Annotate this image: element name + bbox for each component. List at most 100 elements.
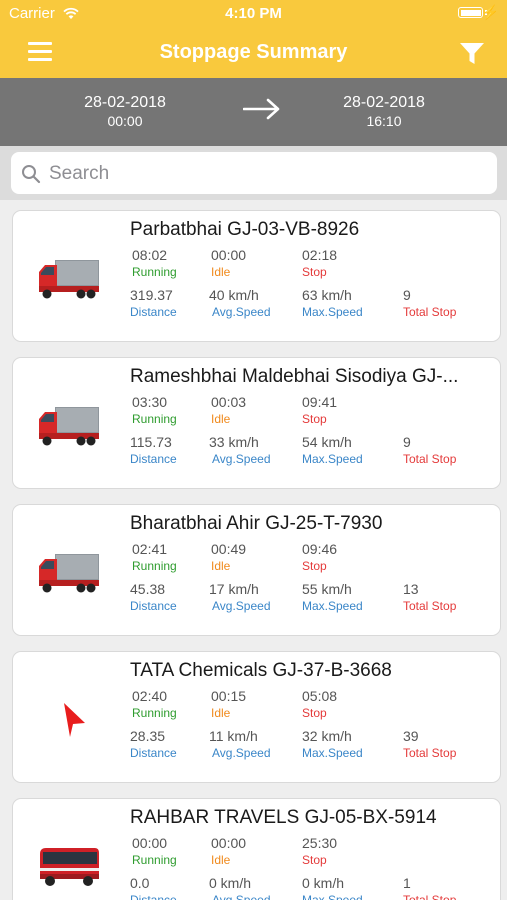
idle-label: Idle xyxy=(211,265,231,279)
vehicle-list[interactable]: Parbatbhai GJ-03-VB-8926 08:02 Running 00:0… xyxy=(0,200,507,900)
avg-speed-value: 17 km/h xyxy=(209,581,259,597)
distance-value: 319.37 xyxy=(130,287,173,303)
distance-label: Distance xyxy=(130,746,177,760)
stat-running: 00:00 Running xyxy=(132,835,177,867)
search-box[interactable] xyxy=(11,152,497,194)
stat-stop: 09:41 Stop xyxy=(302,394,337,426)
idle-value: 00:00 xyxy=(211,835,247,851)
stat-distance: 0.0 Distance xyxy=(130,875,177,900)
stat-running: 03:30 Running xyxy=(132,394,177,426)
stat-avg-speed: 33 km/h Avg.Speed xyxy=(209,434,271,466)
from-date-value: 28-02-2018 xyxy=(84,94,166,111)
running-label: Running xyxy=(132,706,177,720)
stop-value: 05:08 xyxy=(302,688,338,704)
avg-speed-value: 11 km/h xyxy=(209,728,258,744)
avg-speed-label: Avg.Speed xyxy=(212,746,271,760)
max-speed-value: 63 km/h xyxy=(302,287,352,303)
charging-icon: ⚡ xyxy=(481,4,499,20)
navigation-arrow-icon xyxy=(37,697,101,743)
stat-distance: 319.37 Distance xyxy=(130,287,177,319)
vehicle-card[interactable]: Rameshbhai Maldebhai Sisodiya GJ-... 03:3… xyxy=(12,357,501,489)
idle-label: Idle xyxy=(211,412,231,426)
running-value: 08:02 xyxy=(132,247,168,263)
stat-total-stop: 9 Total Stop xyxy=(403,287,456,319)
stat-distance: 115.73 Distance xyxy=(130,434,177,466)
nav-bar: Stoppage Summary xyxy=(0,28,507,78)
stat-max-speed: 0 km/h Max.Speed xyxy=(302,875,363,900)
from-date[interactable]: 28-02-2018 00:00 xyxy=(50,94,200,129)
vehicle-title: RAHBAR TRAVELS GJ-05-BX-5914 xyxy=(130,807,437,828)
stop-value: 25:30 xyxy=(302,835,338,851)
avg-speed-label: Avg.Speed xyxy=(212,452,271,466)
running-value: 02:41 xyxy=(132,541,168,557)
distance-label: Distance xyxy=(130,893,177,900)
stat-idle: 00:49 Idle xyxy=(211,541,246,573)
stat-avg-speed: 40 km/h Avg.Speed xyxy=(209,287,271,319)
vehicle-title: TATA Chemicals GJ-37-B-3668 xyxy=(130,660,392,681)
stat-running: 08:02 Running xyxy=(132,247,177,279)
idle-value: 00:00 xyxy=(211,247,247,263)
stat-max-speed: 63 km/h Max.Speed xyxy=(302,287,363,319)
total-stop-label: Total Stop xyxy=(403,305,457,319)
avg-speed-label: Avg.Speed xyxy=(212,305,271,319)
total-stop-label: Total Stop xyxy=(403,599,457,613)
status-bar: Carrier 4:10 PM ⚡ xyxy=(0,0,507,28)
vehicle-title: Parbatbhai GJ-03-VB-8926 xyxy=(130,219,360,240)
stop-label: Stop xyxy=(302,853,327,867)
stat-avg-speed: 0 km/h Avg.Speed xyxy=(209,875,271,900)
stop-value: 02:18 xyxy=(302,247,338,263)
stat-running: 02:41 Running xyxy=(132,541,177,573)
vehicle-card[interactable]: Bharatbhai Ahir GJ-25-T-7930 02:41 Running… xyxy=(12,504,501,636)
vehicle-card[interactable]: Parbatbhai GJ-03-VB-8926 08:02 Running 00:0… xyxy=(12,210,501,342)
date-range-bar: 28-02-2018 00:00 28-02-2018 16:10 xyxy=(0,78,507,146)
stop-label: Stop xyxy=(302,265,327,279)
to-date[interactable]: 28-02-2018 16:10 xyxy=(309,94,459,129)
status-time: 4:10 PM xyxy=(225,5,282,22)
distance-label: Distance xyxy=(130,452,177,466)
from-time-value: 00:00 xyxy=(107,113,143,129)
distance-value: 45.38 xyxy=(130,581,166,597)
search-input[interactable] xyxy=(47,160,481,188)
stat-max-speed: 54 km/h Max.Speed xyxy=(302,434,363,466)
stat-max-speed: 32 km/h Max.Speed xyxy=(302,728,363,760)
idle-label: Idle xyxy=(211,706,231,720)
search-icon xyxy=(22,165,41,184)
stat-total-stop: 39 Total Stop xyxy=(403,728,456,760)
distance-label: Distance xyxy=(130,305,177,319)
stat-stop: 25:30 Stop xyxy=(302,835,337,867)
stat-stop: 05:08 Stop xyxy=(302,688,337,720)
stop-label: Stop xyxy=(302,706,327,720)
total-stop-value: 1 xyxy=(403,875,411,891)
filter-icon[interactable] xyxy=(459,42,485,66)
idle-value: 00:15 xyxy=(211,688,247,704)
to-date-value: 28-02-2018 xyxy=(343,94,425,111)
idle-value: 00:03 xyxy=(211,394,247,410)
idle-label: Idle xyxy=(211,559,231,573)
stop-label: Stop xyxy=(302,412,327,426)
vehicle-card[interactable]: RAHBAR TRAVELS GJ-05-BX-5914 00:00 Running… xyxy=(12,798,501,900)
stat-max-speed: 55 km/h Max.Speed xyxy=(302,581,363,613)
running-value: 00:00 xyxy=(132,835,168,851)
distance-label: Distance xyxy=(130,599,177,613)
vehicle-card[interactable]: TATA Chemicals GJ-37-B-3668 02:40 Running 0… xyxy=(12,651,501,783)
max-speed-value: 55 km/h xyxy=(302,581,352,597)
vehicle-title: Bharatbhai Ahir GJ-25-T-7930 xyxy=(130,513,383,534)
avg-speed-label: Avg.Speed xyxy=(212,599,271,613)
page-title: Stoppage Summary xyxy=(159,41,348,63)
stat-idle: 00:03 Idle xyxy=(211,394,246,426)
max-speed-label: Max.Speed xyxy=(302,746,363,760)
distance-value: 115.73 xyxy=(130,434,172,450)
total-stop-label: Total Stop xyxy=(403,746,457,760)
max-speed-value: 54 km/h xyxy=(302,434,352,450)
distance-value: 28.35 xyxy=(130,728,166,744)
stat-idle: 00:15 Idle xyxy=(211,688,246,720)
stat-stop: 09:46 Stop xyxy=(302,541,337,573)
total-stop-value: 13 xyxy=(403,581,419,597)
total-stop-label: Total Stop xyxy=(403,893,457,900)
truck-icon xyxy=(37,403,101,449)
stat-total-stop: 1 Total Stop xyxy=(403,875,456,900)
avg-speed-value: 0 km/h xyxy=(209,875,252,891)
stat-avg-speed: 17 km/h Avg.Speed xyxy=(209,581,271,613)
to-time-value: 16:10 xyxy=(366,113,402,129)
idle-label: Idle xyxy=(211,853,231,867)
